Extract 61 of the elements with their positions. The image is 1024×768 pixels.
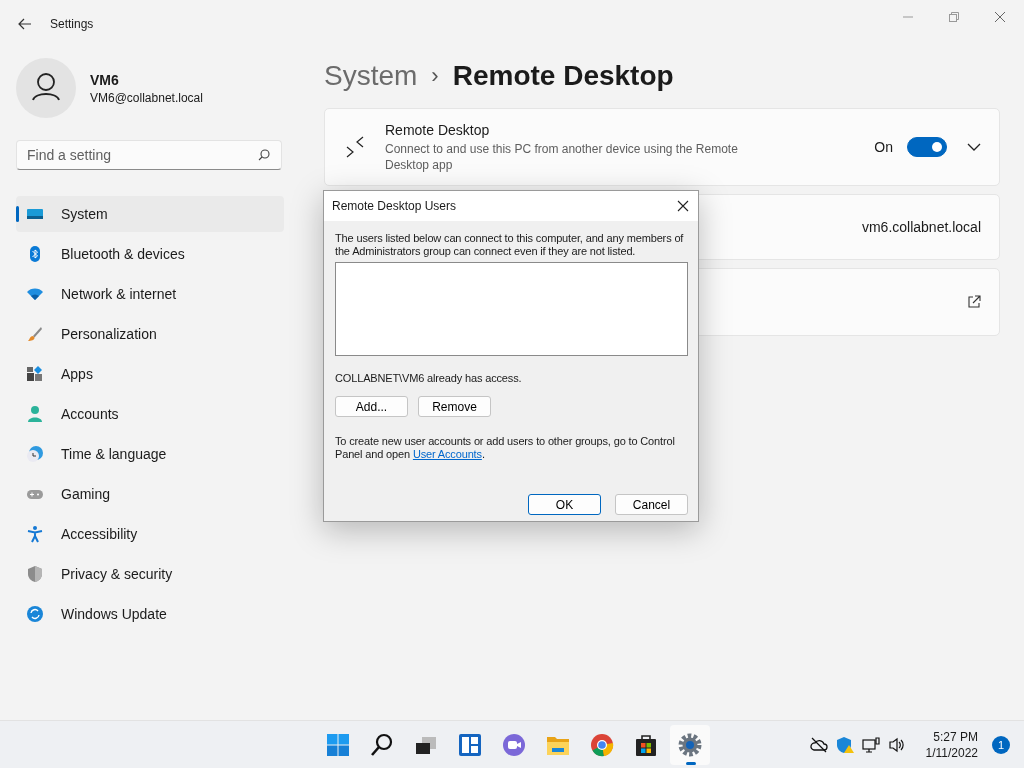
users-list[interactable] [335, 262, 688, 356]
windows-grid-icon [326, 733, 350, 757]
nav-item[interactable]: Personalization [16, 316, 284, 352]
chevron-icon[interactable] [967, 142, 981, 152]
user-accounts-link[interactable]: User Accounts [412, 448, 482, 460]
nav-icon [26, 605, 44, 623]
notification-badge[interactable]: 1 [992, 735, 1010, 754]
network-icon[interactable] [861, 736, 880, 753]
gear-icon [678, 733, 702, 757]
window-title: Settings [50, 17, 94, 31]
nav-item[interactable]: Apps [16, 356, 284, 392]
pc-name: vm6.collabnet.local [861, 219, 981, 235]
avatar-icon [16, 58, 76, 118]
volume-icon[interactable] [887, 736, 906, 753]
nav-item[interactable]: Bluetooth & devices [16, 236, 284, 272]
video-chat-icon [502, 733, 526, 757]
nav-item[interactable]: System [16, 196, 284, 232]
access-note: COLLABNET\VM6 already has access. [335, 372, 523, 385]
nav-icon [26, 445, 44, 463]
nav-item[interactable]: Windows Update [16, 596, 284, 632]
ok-button[interactable]: OK [528, 494, 601, 515]
breadcrumb-separator: › [431, 63, 439, 89]
toggle-switch[interactable] [907, 137, 947, 157]
breadcrumb-parent[interactable]: System [324, 60, 418, 92]
nav-icon [26, 405, 44, 423]
remote-desktop-icon [345, 135, 365, 159]
nav-item[interactable]: Accounts [16, 396, 284, 432]
nav-item[interactable]: Accessibility [16, 516, 284, 552]
back-icon[interactable] [18, 18, 32, 30]
dialog-title: Remote Desktop Users [332, 199, 457, 213]
nav-icon [26, 325, 44, 343]
account-name: VM6 [90, 71, 120, 88]
search-icon [258, 149, 270, 161]
nav-item[interactable]: Privacy & security [16, 556, 284, 592]
nav-item[interactable]: Network & internet [16, 276, 284, 312]
nav-item[interactable]: Gaming [16, 476, 284, 512]
remove-button[interactable]: Remove [418, 396, 491, 417]
store-bag-icon [634, 733, 658, 757]
account-email: VM6@collabnet.local [90, 90, 203, 105]
search-icon [370, 733, 394, 757]
add-button[interactable]: Add... [335, 396, 408, 417]
close-icon[interactable] [677, 200, 689, 212]
clock[interactable]: 5:27 PM 1/11/2022 [925, 728, 978, 761]
dialog-intro: The users listed below can connect to this computer, and any members of the Administrators group can connect even if they are not listed. [335, 232, 685, 258]
cancel-button[interactable]: Cancel [615, 494, 688, 515]
external-link-icon[interactable] [967, 295, 981, 309]
toggle-state-label: On [874, 139, 893, 155]
nav-icon [26, 365, 44, 383]
security-shield-icon[interactable] [835, 735, 854, 754]
cloud-offline-icon[interactable] [809, 736, 828, 753]
widgets-icon [458, 733, 482, 757]
nav-item[interactable]: Time & language [16, 436, 284, 472]
nav-icon [26, 565, 44, 583]
card-description: Connect to and use this PC from another device using the Remote Desktop app [385, 140, 739, 173]
nav-icon [26, 525, 44, 543]
page-title: Remote Desktop [452, 60, 674, 92]
browser-icon [590, 733, 614, 757]
search-field[interactable]: Find a setting [16, 140, 282, 170]
footer-text: To create new user accounts or add users to other groups, go to Control Panel and open User Accounts. [335, 435, 676, 461]
restore-icon[interactable] [948, 11, 960, 23]
card-title: Remote Desktop [385, 121, 491, 138]
